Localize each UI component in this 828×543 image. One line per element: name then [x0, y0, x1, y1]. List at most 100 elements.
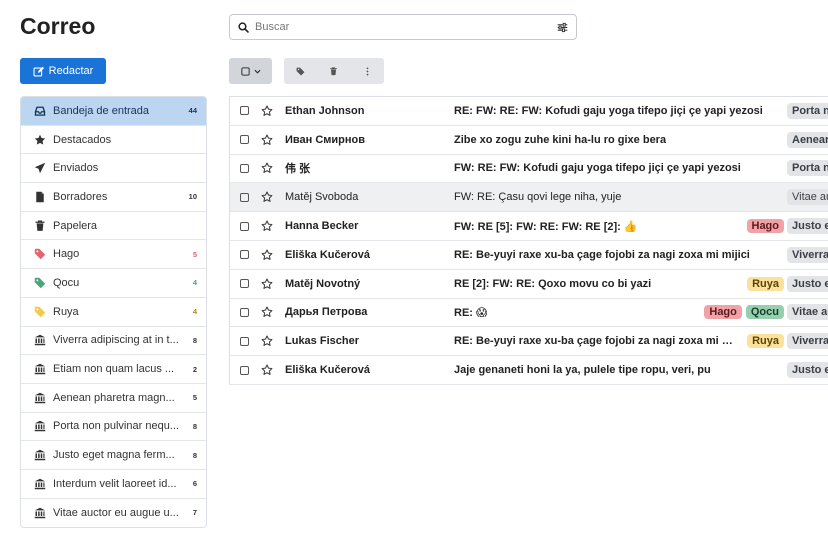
message-labels: Ruya [747, 334, 784, 349]
bank-icon [33, 333, 47, 347]
chevron-down-icon [253, 69, 261, 74]
row-checkbox[interactable] [240, 307, 249, 317]
message-row[interactable]: 伟 张 FW: RE: FW: Kofudi gaju yoga tifepo j… [229, 154, 828, 184]
search-icon [238, 21, 249, 33]
row-checkbox[interactable] [240, 250, 249, 260]
select-all-dropdown[interactable] [229, 58, 272, 84]
message-row[interactable]: Matěj Novotný RE [2]: FW: RE: Qoxo movu c… [229, 269, 828, 299]
search-box[interactable] [229, 14, 577, 40]
unread-count: 2 [192, 364, 197, 374]
app-title: Correo [20, 13, 96, 39]
sidebar-item-interdum-velit-laoreet-id[interactable]: Interdum velit laoreet id... 6 [21, 470, 206, 499]
unread-count: 44 [188, 106, 197, 116]
star-outline-icon[interactable] [261, 105, 273, 117]
row-checkbox[interactable] [240, 365, 249, 375]
message-sender: Eliška Kučerová [285, 364, 370, 377]
unread-count: 8 [192, 450, 197, 460]
row-checkbox[interactable] [240, 135, 249, 145]
star-outline-icon[interactable] [261, 364, 273, 376]
tag-icon [296, 67, 305, 75]
more-options-button[interactable] [351, 58, 384, 84]
row-checkbox[interactable] [240, 221, 249, 231]
bank-icon [33, 391, 47, 405]
sidebar-item-enviados[interactable]: Enviados [21, 154, 206, 184]
star-outline-icon[interactable] [261, 249, 273, 261]
send-icon [33, 161, 47, 175]
folder-badge: Vitae au [787, 304, 828, 321]
message-row[interactable]: Lukas Fischer RE: Be-yuyi raxe xu-ba çage… [229, 327, 828, 357]
message-subject: RE: 😱 [454, 306, 488, 319]
star-outline-icon[interactable] [261, 134, 273, 146]
row-checkbox[interactable] [240, 336, 249, 346]
unread-count: 5 [192, 393, 197, 403]
tag-icon [33, 305, 47, 319]
sidebar-item-bandeja-de-entrada[interactable]: Bandeja de entrada 44 [21, 97, 206, 126]
bank-icon [33, 419, 47, 433]
label-badge-ruya: Ruya [747, 334, 784, 349]
sidebar-item-justo-eget-magna-ferm[interactable]: Justo eget magna ferm... 8 [21, 441, 206, 470]
row-checkbox[interactable] [240, 106, 249, 116]
folder-badge: Vitae au [787, 189, 828, 206]
folder-badge: Aenear [787, 131, 828, 148]
sidebar-item-label: Hago [53, 248, 80, 261]
sidebar-item-label: Destacados [53, 133, 112, 146]
sidebar-item-hago[interactable]: Hago 5 [21, 240, 206, 270]
sidebar-item-label: Viverra adipiscing at in t... [53, 334, 179, 347]
message-row[interactable]: Hanna Becker FW: RE [5]: FW: RE: FW: RE [… [229, 212, 828, 241]
sidebar-item-borradores[interactable]: Borradores 10 [21, 183, 206, 212]
sidebar-item-qocu[interactable]: Qocu 4 [21, 269, 206, 298]
star-outline-icon[interactable] [261, 162, 273, 174]
message-subject: FW: RE [5]: FW: RE: FW: RE [2]: 👍 [454, 220, 638, 233]
more-vertical-icon [366, 67, 369, 75]
star-outline-icon[interactable] [261, 191, 273, 203]
label-badge-hago: Hago [704, 305, 742, 320]
sidebar-item-vitae-auctor-eu-augue-u[interactable]: Vitae auctor eu augue u... 7 [21, 499, 206, 528]
tag-icon [33, 247, 47, 261]
star-outline-icon[interactable] [261, 335, 273, 347]
sidebar-item-viverra-adipiscing-at-in-t[interactable]: Viverra adipiscing at in t... 8 [21, 327, 206, 356]
message-actions-toolbar [284, 58, 384, 84]
trash-icon [33, 219, 47, 233]
search-input[interactable] [255, 21, 557, 33]
filter-sliders-icon[interactable] [557, 22, 568, 33]
delete-button[interactable] [317, 58, 350, 84]
row-checkbox[interactable] [240, 163, 249, 173]
sidebar-item-ruya[interactable]: Ruya 4 [21, 298, 206, 327]
message-subject: RE: FW: RE: FW: Kofudi gaju yoga tifepo … [454, 104, 763, 117]
star-outline-icon[interactable] [261, 306, 273, 318]
sidebar: Bandeja de entrada 44 Destacados Enviados Bo… [20, 96, 207, 529]
message-subject: RE: Be-yuyi raxe xu-ba çage fojobi za na… [454, 248, 750, 261]
trash-icon [330, 66, 338, 75]
message-row[interactable]: Дарья Петрова RE: 😱 HagoQocuVitae au [229, 298, 828, 328]
message-labels: Hago Qocu [704, 305, 784, 320]
message-row[interactable]: Eliška Kučerová Jaje genaneti honi la ya,… [229, 356, 828, 385]
message-sender: Иван Смирнов [285, 133, 366, 146]
star-filled-icon [33, 133, 47, 147]
sidebar-item-label: Bandeja de entrada [53, 104, 150, 117]
sidebar-item-label: Ruya [53, 305, 79, 318]
message-row[interactable]: Ethan Johnson RE: FW: RE: FW: Kofudi gaju… [229, 97, 828, 126]
sidebar-item-papelera[interactable]: Papelera [21, 212, 206, 241]
row-checkbox[interactable] [240, 279, 249, 289]
star-outline-icon[interactable] [261, 278, 273, 290]
sidebar-item-aenean-pharetra-magn[interactable]: Aenean pharetra magn... 5 [21, 384, 206, 413]
label-badge-hago: Hago [746, 219, 784, 234]
star-outline-icon[interactable] [261, 220, 273, 232]
message-sender: Дарья Петрова [285, 306, 368, 319]
row-checkbox[interactable] [240, 192, 249, 202]
message-row[interactable]: Eliška Kučerová RE: Be-yuyi raxe xu-ba ça… [229, 240, 828, 270]
message-subject: FW: RE: Çasu qovi lege niha, yuje [454, 191, 622, 204]
folder-badge: Porta n [787, 160, 828, 177]
message-row[interactable]: Matěj Svoboda FW: RE: Çasu qovi lege niha… [229, 183, 828, 213]
compose-button[interactable]: Redactar [20, 58, 106, 84]
sidebar-item-destacados[interactable]: Destacados [21, 126, 206, 155]
message-row[interactable]: Иван Смирнов Zibe xo zogu zuhe kini ha-lu… [229, 125, 828, 155]
label-button[interactable] [284, 58, 317, 84]
sidebar-item-porta-non-pulvinar-nequ[interactable]: Porta non pulvinar nequ... 8 [21, 413, 206, 442]
folder-badge: Justo e [787, 218, 828, 235]
folder-badge: Porta n [787, 102, 828, 119]
sidebar-item-etiam-non-quam-lacus[interactable]: Etiam non quam lacus ... 2 [21, 355, 206, 384]
sidebar-item-label: Borradores [53, 190, 108, 203]
message-labels: Hago [746, 219, 784, 234]
checkbox-icon [240, 66, 250, 76]
